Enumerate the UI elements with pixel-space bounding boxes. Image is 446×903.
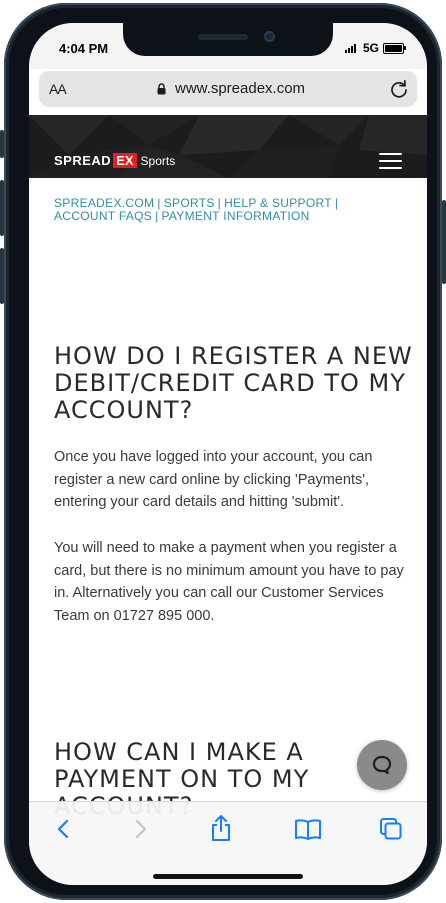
- browser-toolbar: [29, 801, 427, 885]
- faq-heading-register-card: HOW DO I REGISTER A NEW DEBIT/CREDIT CAR…: [54, 342, 413, 424]
- spreadex-logo[interactable]: SPREAD EX Sports: [54, 153, 175, 168]
- logo-ex-text: EX: [113, 153, 137, 168]
- breadcrumb-item-home[interactable]: SPREADEX.COM: [54, 196, 154, 210]
- breadcrumb-item-payment-info: PAYMENT INFORMATION: [161, 209, 310, 223]
- breadcrumb: SPREADEX.COM | SPORTS | HELP & SUPPORT | ACCO…: [54, 197, 354, 223]
- forward-arrow-icon[interactable]: [133, 818, 149, 840]
- chat-button[interactable]: [357, 740, 407, 790]
- address-bar[interactable]: AA www.spreadex.com: [39, 71, 417, 107]
- volume-up-button: [0, 180, 4, 236]
- notch: [123, 23, 333, 56]
- breadcrumb-item-help[interactable]: HELP & SUPPORT: [224, 196, 332, 210]
- volume-down-button: [0, 248, 4, 304]
- menu-icon[interactable]: [379, 153, 402, 169]
- url-text[interactable]: www.spreadex.com: [175, 80, 305, 97]
- lock-icon: [157, 83, 166, 95]
- battery-tip: [404, 46, 406, 50]
- chat-bubble-icon: [372, 755, 392, 775]
- battery-icon: [383, 43, 404, 54]
- breadcrumb-separator: |: [157, 196, 161, 210]
- site-header: SPREAD EX Sports: [29, 115, 427, 178]
- breadcrumb-item-account-faqs[interactable]: ACCOUNT FAQS: [54, 209, 152, 223]
- breadcrumb-separator: |: [334, 196, 339, 210]
- status-time: 4:04 PM: [59, 41, 109, 56]
- camera-icon: [264, 31, 275, 42]
- share-icon[interactable]: [209, 814, 233, 842]
- tabs-icon[interactable]: [379, 817, 403, 841]
- bookmarks-icon[interactable]: [294, 818, 322, 840]
- back-arrow-icon[interactable]: [55, 818, 71, 840]
- home-indicator[interactable]: [153, 874, 303, 879]
- breadcrumb-separator: |: [155, 209, 159, 223]
- logo-spread-text: SPREAD: [54, 153, 112, 168]
- breadcrumb-separator: |: [217, 196, 222, 210]
- power-button: [442, 200, 446, 284]
- reload-icon[interactable]: [389, 79, 409, 99]
- network-label: 5G: [363, 41, 380, 55]
- speaker-grille: [198, 34, 248, 40]
- logo-sports-text: Sports: [140, 153, 176, 168]
- header-pattern: [29, 115, 427, 178]
- breadcrumb-item-sports[interactable]: SPORTS: [164, 196, 215, 210]
- phone-frame: 4:04 PM 5G AA www.spreadex.com SPREAD EX…: [4, 3, 442, 900]
- text-size-button[interactable]: AA: [49, 81, 67, 97]
- mute-switch: [0, 130, 4, 158]
- faq-answer-register-card-2: You will need to make a payment when you…: [54, 540, 404, 624]
- faq-answer-register-card-1: Once you have logged into your account, …: [54, 449, 373, 510]
- screen: 4:04 PM 5G AA www.spreadex.com SPREAD EX…: [29, 23, 427, 885]
